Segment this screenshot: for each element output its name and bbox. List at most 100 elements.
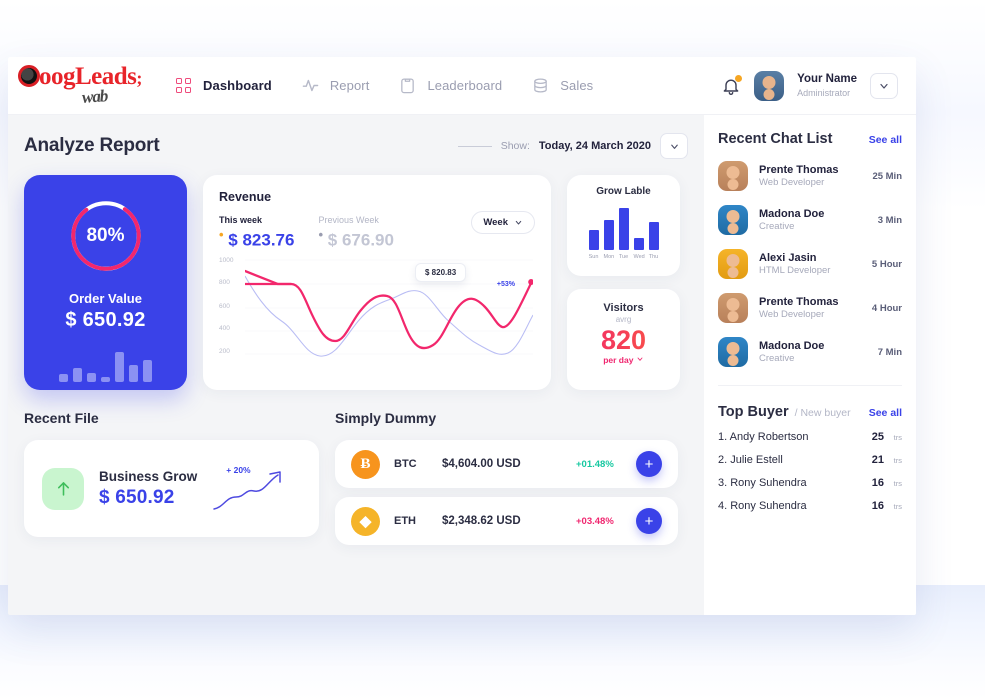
- date-filter[interactable]: Show: Today, 24 March 2020: [457, 133, 688, 159]
- brand-script-text: wab: [81, 85, 108, 107]
- crypto-symbol-eth: ETH: [394, 515, 416, 527]
- top-navigation-bar: GoogLeads; wab Dashboard Report Leaderbo…: [8, 57, 916, 115]
- grow-lable-card: Grow Lable Sun Mon Tue Wed Thu: [567, 175, 680, 276]
- y-tick-200: 200: [219, 347, 230, 355]
- nav-label-sales: Sales: [560, 78, 594, 93]
- chat-see-all-link[interactable]: See all: [869, 134, 902, 146]
- crypto-row-btc[interactable]: Ƀ BTC $4,604.00 USD +01.48% +: [335, 440, 678, 488]
- date-dropdown-button[interactable]: [660, 133, 688, 159]
- avatar: [718, 293, 748, 323]
- chat-list-item[interactable]: Madona Doe Creative 7 Min: [718, 337, 902, 367]
- notification-badge-dot: [735, 74, 743, 82]
- grow-lable-title: Grow Lable: [596, 186, 651, 197]
- grow-day-sun: Sun: [588, 254, 599, 260]
- top-buyer-name: 4. Rony Suhendra: [718, 500, 807, 512]
- sidebar-divider: [718, 385, 902, 386]
- show-label: Show:: [500, 140, 530, 152]
- chevron-down-icon: [670, 144, 678, 149]
- top-buyer-row[interactable]: 4. Rony Suhendra 16 trs: [718, 500, 902, 512]
- top-buyer-title: Top Buyer: [718, 404, 789, 420]
- globe-icon: [18, 64, 40, 87]
- chat-item-time: 3 Min: [877, 214, 902, 226]
- top-buyer-name: 1. Andy Robertson: [718, 431, 809, 443]
- divider-line: [457, 145, 492, 147]
- chat-item-role: Creative: [759, 352, 795, 364]
- chevron-down-icon: [515, 220, 522, 225]
- top-buyer-name: 2. Julie Estell: [718, 454, 783, 466]
- add-button-eth[interactable]: +: [636, 508, 662, 534]
- nav-item-leaderboard[interactable]: Leaderboard: [399, 77, 502, 94]
- brand-logo[interactable]: GoogLeads; wab: [8, 57, 176, 115]
- chat-list-item[interactable]: Madona Doe Creative 3 Min: [718, 205, 902, 235]
- clipboard-icon: [399, 77, 416, 94]
- chat-list-header: Recent Chat List See all: [718, 131, 902, 147]
- crypto-price-btc: $4,604.00 USD: [442, 458, 521, 470]
- top-buyer-see-all-link[interactable]: See all: [869, 407, 902, 419]
- crypto-row-eth[interactable]: ◆ ETH $2,348.62 USD +03.48% +: [335, 497, 678, 545]
- database-icon: [532, 77, 549, 94]
- top-buyer-row[interactable]: 1. Andy Robertson 25 trs: [718, 431, 902, 443]
- crypto-symbol-btc: BTC: [394, 458, 417, 470]
- crypto-change-btc: +01.48%: [576, 458, 614, 470]
- nav-label-leaderboard: Leaderboard: [427, 78, 503, 93]
- user-info: Your Name Administrator: [797, 72, 857, 98]
- order-value-amount: $ 650.92: [65, 309, 146, 331]
- revenue-range-dropdown[interactable]: Week: [471, 211, 535, 234]
- crypto-price-eth: $2,348.62 USD: [442, 515, 521, 527]
- this-week-amount: $ 823.76: [228, 230, 295, 250]
- recent-file-name: Business Grow: [99, 468, 198, 484]
- visitors-unit-dropdown[interactable]: per day: [567, 355, 680, 365]
- top-buyer-count: 25: [871, 431, 884, 443]
- avatar[interactable]: [754, 70, 785, 101]
- recent-file-section: Recent File Business Grow $ 650.92 + 20%: [24, 410, 319, 545]
- recent-file-card[interactable]: Business Grow $ 650.92 + 20%: [24, 440, 319, 537]
- top-buyer-row[interactable]: 3. Rony Suhendra 16 trs: [718, 477, 902, 489]
- chat-item-name: Prente Thomas: [759, 163, 839, 176]
- chat-list-item[interactable]: Alexi Jasin HTML Developer 5 Hour: [718, 249, 902, 279]
- y-tick-400: 400: [219, 324, 230, 332]
- top-buyer-count: 16: [871, 477, 884, 489]
- visitors-title: Visitors: [603, 302, 644, 314]
- chat-item-name: Alexi Jasin: [759, 251, 817, 264]
- top-buyer-unit: trs: [893, 502, 902, 511]
- right-sidebar: Recent Chat List See all Prente Thomas W…: [704, 115, 916, 615]
- nav-item-report[interactable]: Report: [302, 77, 370, 94]
- top-buyer-row[interactable]: 2. Julie Estell 21 trs: [718, 454, 902, 466]
- main-nav: Dashboard Report Leaderboard Sales: [176, 77, 721, 94]
- nav-item-sales[interactable]: Sales: [532, 77, 593, 94]
- chat-list-item[interactable]: Prente Thomas Web Developer 4 Hour: [718, 293, 902, 323]
- stats-row: 80% Order Value $ 650.92 Revenue This we…: [24, 175, 688, 390]
- order-percent-label: 80%: [86, 225, 125, 246]
- add-button-btc[interactable]: +: [636, 451, 662, 477]
- this-week-label: This week: [219, 215, 263, 225]
- bitcoin-icon: Ƀ: [351, 449, 380, 479]
- chat-item-time: 5 Hour: [871, 258, 902, 270]
- page-title: Analyze Report: [24, 135, 160, 156]
- nav-item-dashboard[interactable]: Dashboard: [176, 77, 272, 94]
- prev-week-label: Previous Week: [318, 215, 379, 225]
- visitors-subtitle: avrg: [615, 315, 632, 324]
- user-role: Administrator: [797, 87, 851, 98]
- grow-day-wed: Wed: [633, 254, 645, 260]
- user-zone: Your Name Administrator: [721, 70, 916, 101]
- top-buyer-header: Top Buyer / New buyer See all: [718, 404, 902, 420]
- top-buyer-subtitle: / New buyer: [794, 407, 851, 419]
- user-menu-button[interactable]: [870, 72, 898, 99]
- crypto-change-eth: +03.48%: [576, 515, 614, 527]
- top-buyer-unit: trs: [893, 479, 902, 488]
- chat-item-role: HTML Developer: [759, 264, 831, 276]
- recent-file-title: Recent File: [24, 410, 99, 426]
- notification-bell-icon[interactable]: [721, 74, 743, 96]
- avatar: [718, 205, 748, 235]
- chat-list-item[interactable]: Prente Thomas Web Developer 25 Min: [718, 161, 902, 191]
- grow-day-tue: Tue: [618, 254, 629, 260]
- chat-list-title: Recent Chat List: [718, 131, 833, 147]
- chat-item-info: Alexi Jasin HTML Developer: [759, 251, 830, 278]
- revenue-prev-week: Previous Week • $ 676.90: [318, 215, 393, 251]
- chevron-down-icon: [637, 357, 643, 362]
- grow-day-labels: Sun Mon Tue Wed Thu: [567, 254, 680, 260]
- avatar: [718, 249, 748, 279]
- arrow-up-icon: [42, 467, 84, 510]
- page-header: Analyze Report Show: Today, 24 March 202…: [24, 133, 688, 159]
- body-split: Analyze Report Show: Today, 24 March 202…: [8, 115, 916, 615]
